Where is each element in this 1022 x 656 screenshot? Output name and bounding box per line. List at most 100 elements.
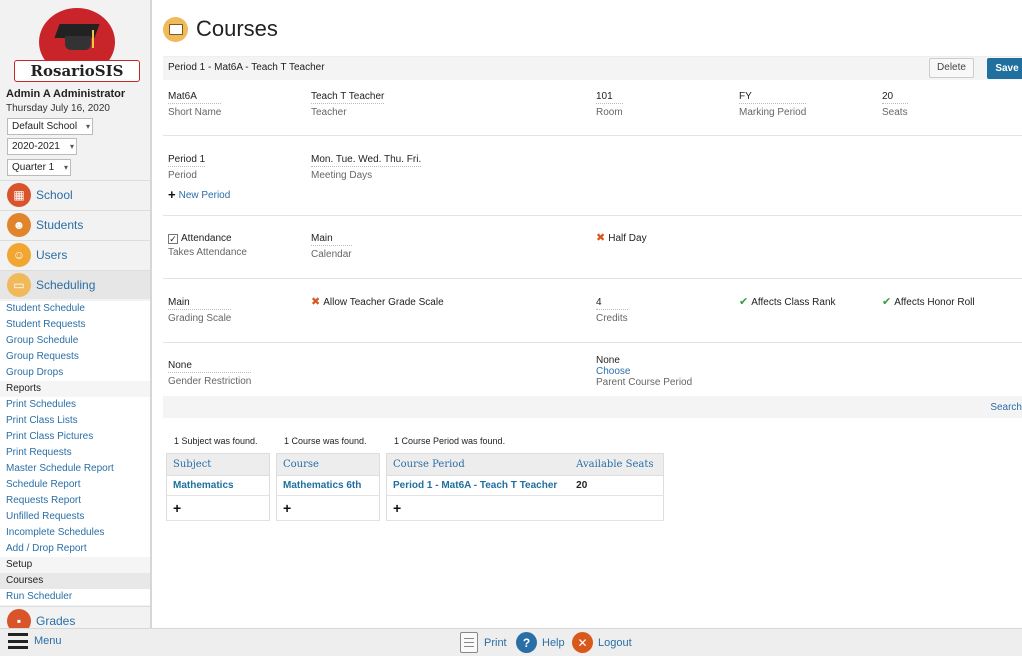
- marking-period-value[interactable]: FY: [739, 91, 807, 104]
- menu-group-drops[interactable]: Group Drops: [0, 365, 150, 381]
- course-period-item[interactable]: Period 1 - Mat6A - Teach T Teacher: [386, 475, 571, 496]
- module-users[interactable]: ☺ Users: [0, 240, 150, 269]
- school-select[interactable]: Default School ▾: [7, 118, 93, 135]
- module-grades[interactable]: ▪ Grades: [0, 606, 150, 628]
- print-button[interactable]: Print: [460, 632, 507, 653]
- menu-print-requests[interactable]: Print Requests: [0, 445, 150, 461]
- meeting-days-field[interactable]: Mon. Tue. Wed. Thu. Fri. Meeting Days: [311, 154, 422, 181]
- form-row-period: Period 1 Period Mon. Tue. Wed. Thu. Fri.…: [163, 136, 1022, 216]
- help-label: Help: [542, 636, 565, 649]
- subject-column-header[interactable]: Subject: [166, 453, 270, 476]
- menu-courses[interactable]: Courses: [0, 573, 150, 589]
- menu-master-schedule-report[interactable]: Master Schedule Report: [0, 461, 150, 477]
- menu-requests-report[interactable]: Requests Report: [0, 493, 150, 509]
- half-day-value: Half Day: [608, 233, 647, 244]
- takes-attendance-label: Takes Attendance: [168, 247, 247, 258]
- grading-scale-field[interactable]: Main Grading Scale: [168, 297, 232, 324]
- seats-value[interactable]: 20: [882, 91, 908, 104]
- menu-print-schedules[interactable]: Print Schedules: [0, 397, 150, 413]
- menu-print-class-lists[interactable]: Print Class Lists: [0, 413, 150, 429]
- help-button[interactable]: ? Help: [516, 632, 565, 653]
- menu-section-setup: Setup: [0, 557, 150, 573]
- students-icon: ☻: [7, 213, 31, 237]
- chevron-down-icon: ▾: [63, 163, 68, 172]
- new-period-label[interactable]: New Period: [179, 190, 231, 201]
- menu-print-class-pictures[interactable]: Print Class Pictures: [0, 429, 150, 445]
- new-period-link[interactable]: + New Period: [168, 187, 230, 202]
- table-row[interactable]: Period 1 - Mat6A - Teach T Teacher 20: [386, 475, 664, 496]
- affects-honor-roll-field[interactable]: ✔ Affects Honor Roll: [882, 295, 975, 308]
- print-label: Print: [484, 636, 507, 649]
- period-value[interactable]: Period 1: [168, 154, 206, 167]
- marking-period-field[interactable]: FY Marking Period: [739, 91, 807, 118]
- course-column-header[interactable]: Course: [276, 453, 380, 476]
- available-seats-column-header[interactable]: Available Seats: [570, 453, 664, 476]
- allow-teacher-grade-scale-field[interactable]: ✖ Allow Teacher Grade Scale: [311, 295, 444, 308]
- course-item[interactable]: Mathematics 6th: [276, 475, 380, 496]
- attendance-checkbox[interactable]: ✓: [168, 234, 178, 244]
- subject-item[interactable]: Mathematics: [166, 475, 270, 496]
- module-scheduling[interactable]: ▭ Scheduling: [0, 270, 150, 299]
- teacher-value[interactable]: Teach T Teacher: [311, 91, 385, 104]
- gender-restriction-value[interactable]: None: [168, 360, 252, 373]
- attendance-field[interactable]: ✓ Attendance Takes Attendance: [168, 233, 247, 258]
- save-button[interactable]: Save: [987, 58, 1022, 79]
- short-name-field[interactable]: Mat6A Short Name: [168, 91, 222, 118]
- menu-run-scheduler[interactable]: Run Scheduler: [0, 589, 150, 605]
- form-row-attendance: ✓ Attendance Takes Attendance Main Calend…: [163, 216, 1022, 279]
- period-field[interactable]: Period 1 Period: [168, 154, 206, 181]
- seats-label: Seats: [882, 107, 908, 118]
- seats-field[interactable]: 20 Seats: [882, 91, 908, 118]
- gender-restriction-field[interactable]: None Gender Restriction: [168, 360, 252, 387]
- rosariosis-logo[interactable]: RosarioSIS: [0, 0, 150, 88]
- course-period-column-header[interactable]: Course Period: [386, 453, 571, 476]
- cross-icon: ✖: [596, 232, 606, 244]
- search-link[interactable]: Search: [990, 402, 1022, 413]
- add-subject-button[interactable]: +: [166, 495, 270, 521]
- short-name-value[interactable]: Mat6A: [168, 91, 222, 104]
- room-field[interactable]: 101 Room: [596, 91, 623, 118]
- table-row[interactable]: Mathematics: [166, 475, 270, 496]
- logout-button[interactable]: ✕ Logout: [572, 632, 632, 653]
- menu-student-schedule[interactable]: Student Schedule: [0, 301, 150, 317]
- room-value[interactable]: 101: [596, 91, 623, 104]
- delete-button[interactable]: Delete: [929, 58, 974, 78]
- menu-student-requests[interactable]: Student Requests: [0, 317, 150, 333]
- credits-value[interactable]: 4: [596, 297, 628, 310]
- add-course-period-button[interactable]: +: [386, 495, 664, 521]
- app-window: RosarioSIS Admin A Administrator Thursda…: [0, 0, 1022, 656]
- school-icon: ▦: [7, 183, 31, 207]
- menu-label: Menu: [34, 635, 62, 647]
- menu-button[interactable]: Menu: [8, 633, 62, 649]
- menu-schedule-report[interactable]: Schedule Report: [0, 477, 150, 493]
- module-students[interactable]: ☻ Students: [0, 210, 150, 239]
- add-course-button[interactable]: +: [276, 495, 380, 521]
- page-header: Courses: [163, 14, 278, 44]
- grading-scale-value[interactable]: Main: [168, 297, 232, 310]
- help-icon: ?: [516, 632, 537, 653]
- grading-scale-label: Grading Scale: [168, 313, 232, 324]
- cap-tassel: [92, 30, 94, 48]
- marking-period-select[interactable]: Quarter 1 ▾: [7, 159, 71, 176]
- menu-group-schedule[interactable]: Group Schedule: [0, 333, 150, 349]
- credits-field[interactable]: 4 Credits: [596, 297, 628, 324]
- half-day-field[interactable]: ✖ Half Day: [596, 231, 647, 244]
- menu-unfilled-requests[interactable]: Unfilled Requests: [0, 509, 150, 525]
- meeting-days-value[interactable]: Mon. Tue. Wed. Thu. Fri.: [311, 154, 422, 167]
- module-label: Grades: [36, 614, 76, 628]
- teacher-field[interactable]: Teach T Teacher Teacher: [311, 91, 385, 118]
- module-school[interactable]: ▦ School: [0, 180, 150, 209]
- chevron-down-icon: ▾: [85, 122, 90, 131]
- menu-add-drop-report[interactable]: Add / Drop Report: [0, 541, 150, 557]
- calendar-field[interactable]: Main Calendar: [311, 233, 352, 260]
- choose-parent-link[interactable]: Choose: [596, 366, 692, 377]
- affects-class-rank-field[interactable]: ✔ Affects Class Rank: [739, 295, 836, 308]
- school-year-select[interactable]: 2020-2021 ▾: [7, 138, 77, 155]
- room-label: Room: [596, 107, 623, 118]
- credits-label: Credits: [596, 313, 628, 324]
- menu-group-requests[interactable]: Group Requests: [0, 349, 150, 365]
- parent-course-period-label: Parent Course Period: [596, 377, 693, 388]
- menu-incomplete-schedules[interactable]: Incomplete Schedules: [0, 525, 150, 541]
- calendar-value[interactable]: Main: [311, 233, 352, 246]
- table-row[interactable]: Mathematics 6th: [276, 475, 380, 496]
